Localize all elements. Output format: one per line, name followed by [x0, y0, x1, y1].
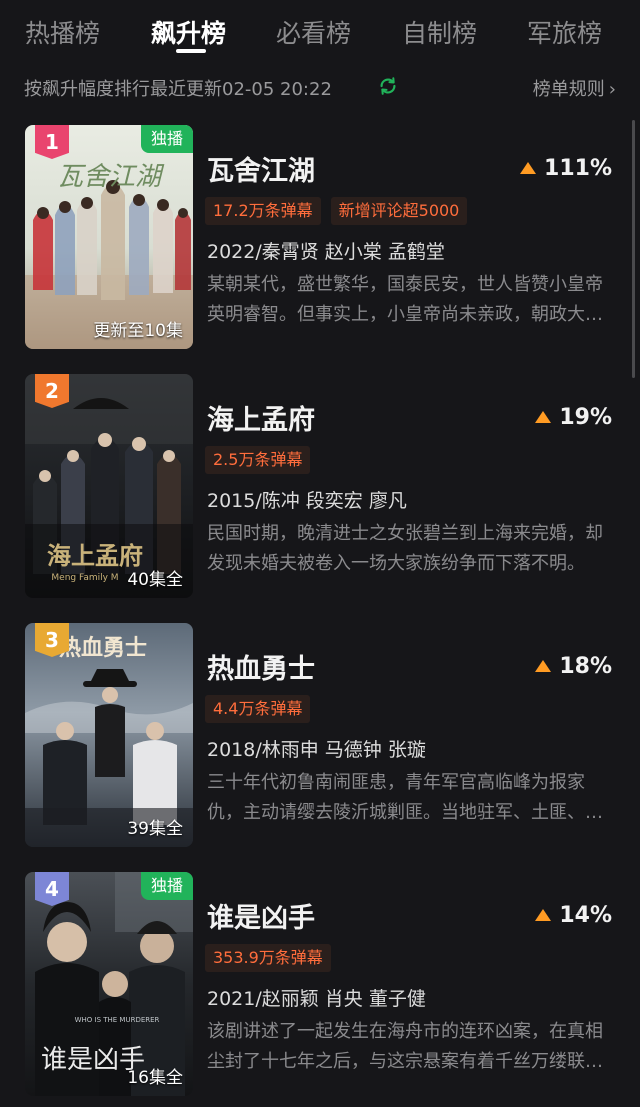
poster-title-art: 热血勇士	[59, 635, 147, 661]
rank-badge: 3	[35, 623, 69, 657]
show-description: 民国时期，晚清进士之女张碧兰到上海来完婚，却发现未婚夫被卷入一场大家族纷争而下落…	[207, 523, 603, 574]
ranking-item-1[interactable]: 瓦舍江湖 1 独播 更新至10集 瓦舍江湖 111% 17.2万条弹幕 新增评论…	[0, 125, 640, 349]
show-meta: 2018/林雨申 马德钟 张璇	[207, 739, 426, 761]
tab-original[interactable]: 自制榜	[402, 14, 477, 50]
ranking-item-2[interactable]: 海上孟府 Meng Family M 2 40集全 海上孟府 19% 2.5万条…	[0, 374, 640, 598]
trend-indicator: 18%	[535, 653, 612, 679]
trend-indicator: 14%	[535, 902, 612, 928]
tab-must-watch[interactable]: 必看榜	[276, 14, 351, 50]
tag-list: 4.4万条弹幕	[205, 695, 320, 723]
trend-value: 19%	[559, 404, 612, 430]
episode-count: 39集全	[127, 819, 183, 839]
scrollbar[interactable]	[632, 120, 635, 378]
update-time-text: 按飙升幅度排行最近更新02-05 20:22	[24, 79, 332, 100]
tag-list: 2.5万条弹幕	[205, 446, 320, 474]
poster-image[interactable]: WHO IS THE MURDERER 谁是凶手 4 独播 16集全	[25, 872, 193, 1096]
show-description: 三十年代初鲁南闹匪患，青年军官高临峰为报家仇，主动请缨去陵沂城剿匪。当地驻军、土…	[207, 772, 603, 823]
show-meta: 2022/秦霄贤 赵小棠 孟鹤堂	[207, 241, 445, 263]
show-description: 某朝某代，盛世繁华，国泰民安，世人皆赞小皇帝 英明睿智。但事实上，小皇帝尚未亲政…	[207, 274, 603, 325]
ranking-info-bar: 按飙升幅度排行最近更新02-05 20:22 榜单规则 ›	[24, 70, 616, 102]
tag-danmaku: 353.9万条弹幕	[205, 944, 331, 972]
show-title[interactable]: 谁是凶手	[207, 896, 315, 935]
trend-up-icon	[535, 411, 552, 423]
trend-up-icon	[520, 162, 537, 174]
ranking-rules-link[interactable]: 榜单规则 ›	[533, 75, 616, 101]
poster-image[interactable]: 海上孟府 Meng Family M 2 40集全	[25, 374, 193, 598]
tag-comments: 新增评论超5000	[330, 197, 468, 225]
category-tabs: 热播榜 飙升榜 必看榜 自制榜 军旅榜	[0, 0, 640, 64]
refresh-icon[interactable]	[377, 75, 399, 97]
episode-count: 40集全	[127, 570, 183, 590]
poster-image[interactable]: 热血勇士 3 39集全	[25, 623, 193, 847]
ranking-item-4[interactable]: WHO IS THE MURDERER 谁是凶手 4 独播 16集全 谁是凶手 …	[0, 872, 640, 1096]
active-tab-indicator	[176, 49, 206, 53]
show-title[interactable]: 热血勇士	[207, 647, 315, 686]
exclusive-badge: 独播	[140, 872, 193, 900]
show-meta: 2021/赵丽颖 肖央 董子健	[207, 988, 426, 1010]
tag-list: 353.9万条弹幕	[205, 944, 341, 972]
poster-subtitle-art: WHO IS THE MURDERER	[75, 1016, 160, 1024]
rank-badge: 4	[35, 872, 69, 906]
ranking-item-3[interactable]: 热血勇士 3 39集全 热血勇士 18% 4.4万条弹幕 2018/林雨申 马德…	[0, 623, 640, 847]
exclusive-badge: 独播	[140, 125, 193, 153]
show-description: 该剧讲述了一起发生在海舟市的连环凶案，在真相尘封了十七年之后，与这宗悬案有着千丝…	[207, 1021, 603, 1072]
poster-subtitle-art: Meng Family M	[51, 573, 118, 583]
tag-danmaku: 17.2万条弹幕	[205, 197, 321, 225]
trend-up-icon	[535, 660, 552, 672]
show-title[interactable]: 海上孟府	[207, 398, 315, 437]
show-title[interactable]: 瓦舍江湖	[207, 149, 315, 188]
episode-count: 更新至10集	[93, 321, 183, 341]
chevron-right-icon: ›	[608, 79, 616, 100]
trend-indicator: 19%	[535, 404, 612, 430]
poster-image[interactable]: 瓦舍江湖 1 独播 更新至10集	[25, 125, 193, 349]
rank-badge: 1	[35, 125, 69, 159]
tab-military[interactable]: 军旅榜	[527, 14, 602, 50]
rank-badge: 2	[35, 374, 69, 408]
trend-value: 18%	[559, 653, 612, 679]
tab-rising[interactable]: 飙升榜	[151, 14, 226, 50]
episode-count: 16集全	[127, 1068, 183, 1088]
tag-danmaku: 2.5万条弹幕	[205, 446, 311, 474]
tag-list: 17.2万条弹幕 新增评论超5000	[205, 197, 477, 225]
poster-title-art: 瓦舍江湖	[57, 162, 165, 192]
trend-indicator: 111%	[520, 155, 612, 181]
tag-danmaku: 4.4万条弹幕	[205, 695, 311, 723]
trend-value: 14%	[559, 902, 612, 928]
show-meta: 2015/陈冲 段奕宏 廖凡	[207, 490, 407, 512]
trend-up-icon	[535, 909, 552, 921]
ranking-rules-label: 榜单规则	[532, 79, 605, 100]
trend-value: 111%	[544, 155, 612, 181]
tab-hot[interactable]: 热播榜	[25, 14, 100, 50]
